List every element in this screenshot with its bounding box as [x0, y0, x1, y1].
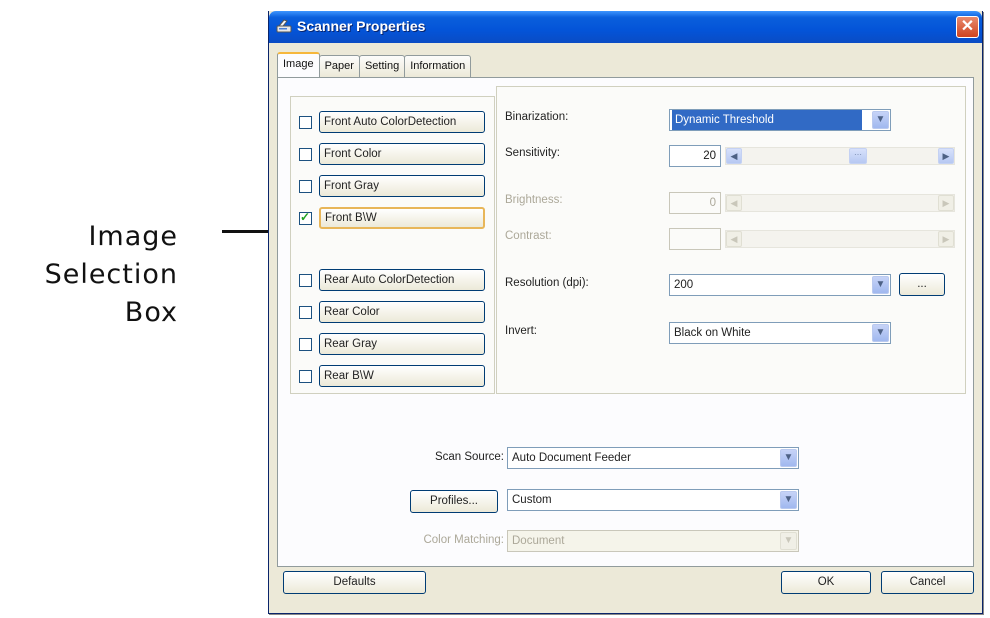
tab-paper[interactable]: Paper: [318, 55, 360, 77]
close-icon: ✕: [960, 18, 975, 35]
rear-color-checkbox[interactable]: [299, 305, 312, 319]
resolution-value: 200: [674, 279, 694, 291]
sensitivity-input[interactable]: 20: [669, 145, 721, 167]
ok-button[interactable]: OK: [781, 571, 871, 594]
image-type-row: [299, 207, 312, 229]
front-color-checkbox[interactable]: [299, 147, 312, 161]
image-selection-box: Front Auto ColorDetection Front Color Fr…: [290, 96, 495, 394]
close-button[interactable]: ✕: [956, 16, 979, 38]
chevron-down-icon[interactable]: ▼: [872, 111, 889, 129]
rear-gray-checkbox[interactable]: [299, 337, 312, 351]
tab-strip: Image Paper Setting Information: [277, 52, 472, 77]
front-gray-checkbox[interactable]: [299, 179, 312, 193]
image-type-row: [299, 143, 312, 165]
title-bar[interactable]: Scanner Properties ✕: [269, 11, 982, 43]
window-title: Scanner Properties: [297, 18, 426, 34]
scan-source-label: Scan Source:: [434, 451, 504, 463]
profiles-value: Custom: [512, 494, 552, 506]
brightness-slider: ◀ ▶: [725, 194, 955, 212]
contrast-slider: ◀ ▶: [725, 230, 955, 248]
rear-gray-button[interactable]: Rear Gray: [319, 333, 485, 355]
callout-pointer-line: [222, 230, 274, 233]
image-type-row: [299, 269, 312, 291]
image-type-row: [299, 301, 312, 323]
tab-setting[interactable]: Setting: [358, 55, 406, 77]
front-color-button[interactable]: Front Color: [319, 143, 485, 165]
scan-source-select[interactable]: Auto Document Feeder ▼: [507, 447, 799, 469]
scanner-icon: [276, 19, 292, 33]
scan-source-value: Auto Document Feeder: [512, 452, 631, 464]
chevron-down-icon[interactable]: ▼: [780, 449, 797, 467]
contrast-input: [669, 228, 721, 250]
invert-value: Black on White: [674, 327, 751, 339]
arrow-left-icon[interactable]: ◀: [726, 148, 742, 164]
defaults-button[interactable]: Defaults: [283, 571, 426, 594]
resolution-more-button[interactable]: ...: [899, 273, 945, 296]
invert-label: Invert:: [505, 325, 537, 337]
profiles-select[interactable]: Custom ▼: [507, 489, 799, 511]
arrow-left-icon: ◀: [726, 195, 742, 211]
rear-auto-color-checkbox[interactable]: [299, 273, 312, 287]
arrow-right-icon: ▶: [938, 231, 954, 247]
front-auto-color-checkbox[interactable]: [299, 115, 312, 129]
front-bw-button[interactable]: Front B\W: [319, 207, 485, 229]
chevron-down-icon[interactable]: ▼: [872, 276, 889, 294]
arrow-right-icon: ▶: [938, 195, 954, 211]
chevron-down-icon[interactable]: ▼: [872, 324, 889, 342]
sensitivity-label: Sensitivity:: [505, 147, 560, 159]
binarization-value: Dynamic Threshold: [672, 110, 862, 130]
image-type-row: [299, 175, 312, 197]
image-tab-panel: Front Auto ColorDetection Front Color Fr…: [277, 77, 974, 567]
arrow-right-icon[interactable]: ▶: [938, 148, 954, 164]
rear-auto-color-button[interactable]: Rear Auto ColorDetection: [319, 269, 485, 291]
profiles-button[interactable]: Profiles...: [410, 490, 498, 513]
invert-select[interactable]: Black on White ▼: [669, 322, 891, 344]
sensitivity-slider[interactable]: ◀ ⋯ ▶: [725, 147, 955, 165]
rear-bw-button[interactable]: Rear B\W: [319, 365, 485, 387]
callout-line-1: Image: [88, 221, 178, 252]
image-type-row: [299, 111, 312, 133]
image-type-row: [299, 365, 312, 387]
color-matching-label: Color Matching:: [423, 534, 504, 546]
image-settings-box: Binarization: Dynamic Threshold ▼ Sensit…: [496, 86, 966, 394]
slider-thumb[interactable]: ⋯: [849, 148, 867, 164]
resolution-select[interactable]: 200 ▼: [669, 274, 891, 296]
callout-line-2: Selection: [44, 259, 178, 290]
resolution-label: Resolution (dpi):: [505, 277, 589, 289]
cancel-button[interactable]: Cancel: [881, 571, 974, 594]
rear-bw-checkbox[interactable]: [299, 369, 312, 383]
front-bw-checkbox[interactable]: [299, 210, 312, 225]
callout-line-3: Box: [124, 297, 178, 328]
brightness-input: 0: [669, 192, 721, 214]
front-gray-button[interactable]: Front Gray: [319, 175, 485, 197]
scanner-properties-window: Scanner Properties ✕ Image Paper Setting…: [268, 11, 983, 614]
chevron-down-icon: ▼: [780, 532, 797, 550]
arrow-left-icon: ◀: [726, 231, 742, 247]
tab-information[interactable]: Information: [404, 55, 472, 77]
image-selection-box-callout: Image Selection Box: [0, 218, 178, 332]
binarization-select[interactable]: Dynamic Threshold ▼: [669, 109, 891, 131]
front-auto-color-button[interactable]: Front Auto ColorDetection: [319, 111, 485, 133]
tab-image[interactable]: Image: [277, 52, 320, 77]
chevron-down-icon[interactable]: ▼: [780, 491, 797, 509]
rear-color-button[interactable]: Rear Color: [319, 301, 485, 323]
contrast-label: Contrast:: [505, 230, 552, 242]
brightness-label: Brightness:: [505, 194, 563, 206]
color-matching-select: Document ▼: [507, 530, 799, 552]
image-type-row: [299, 333, 312, 355]
binarization-label: Binarization:: [505, 111, 569, 123]
color-matching-value: Document: [512, 535, 565, 547]
